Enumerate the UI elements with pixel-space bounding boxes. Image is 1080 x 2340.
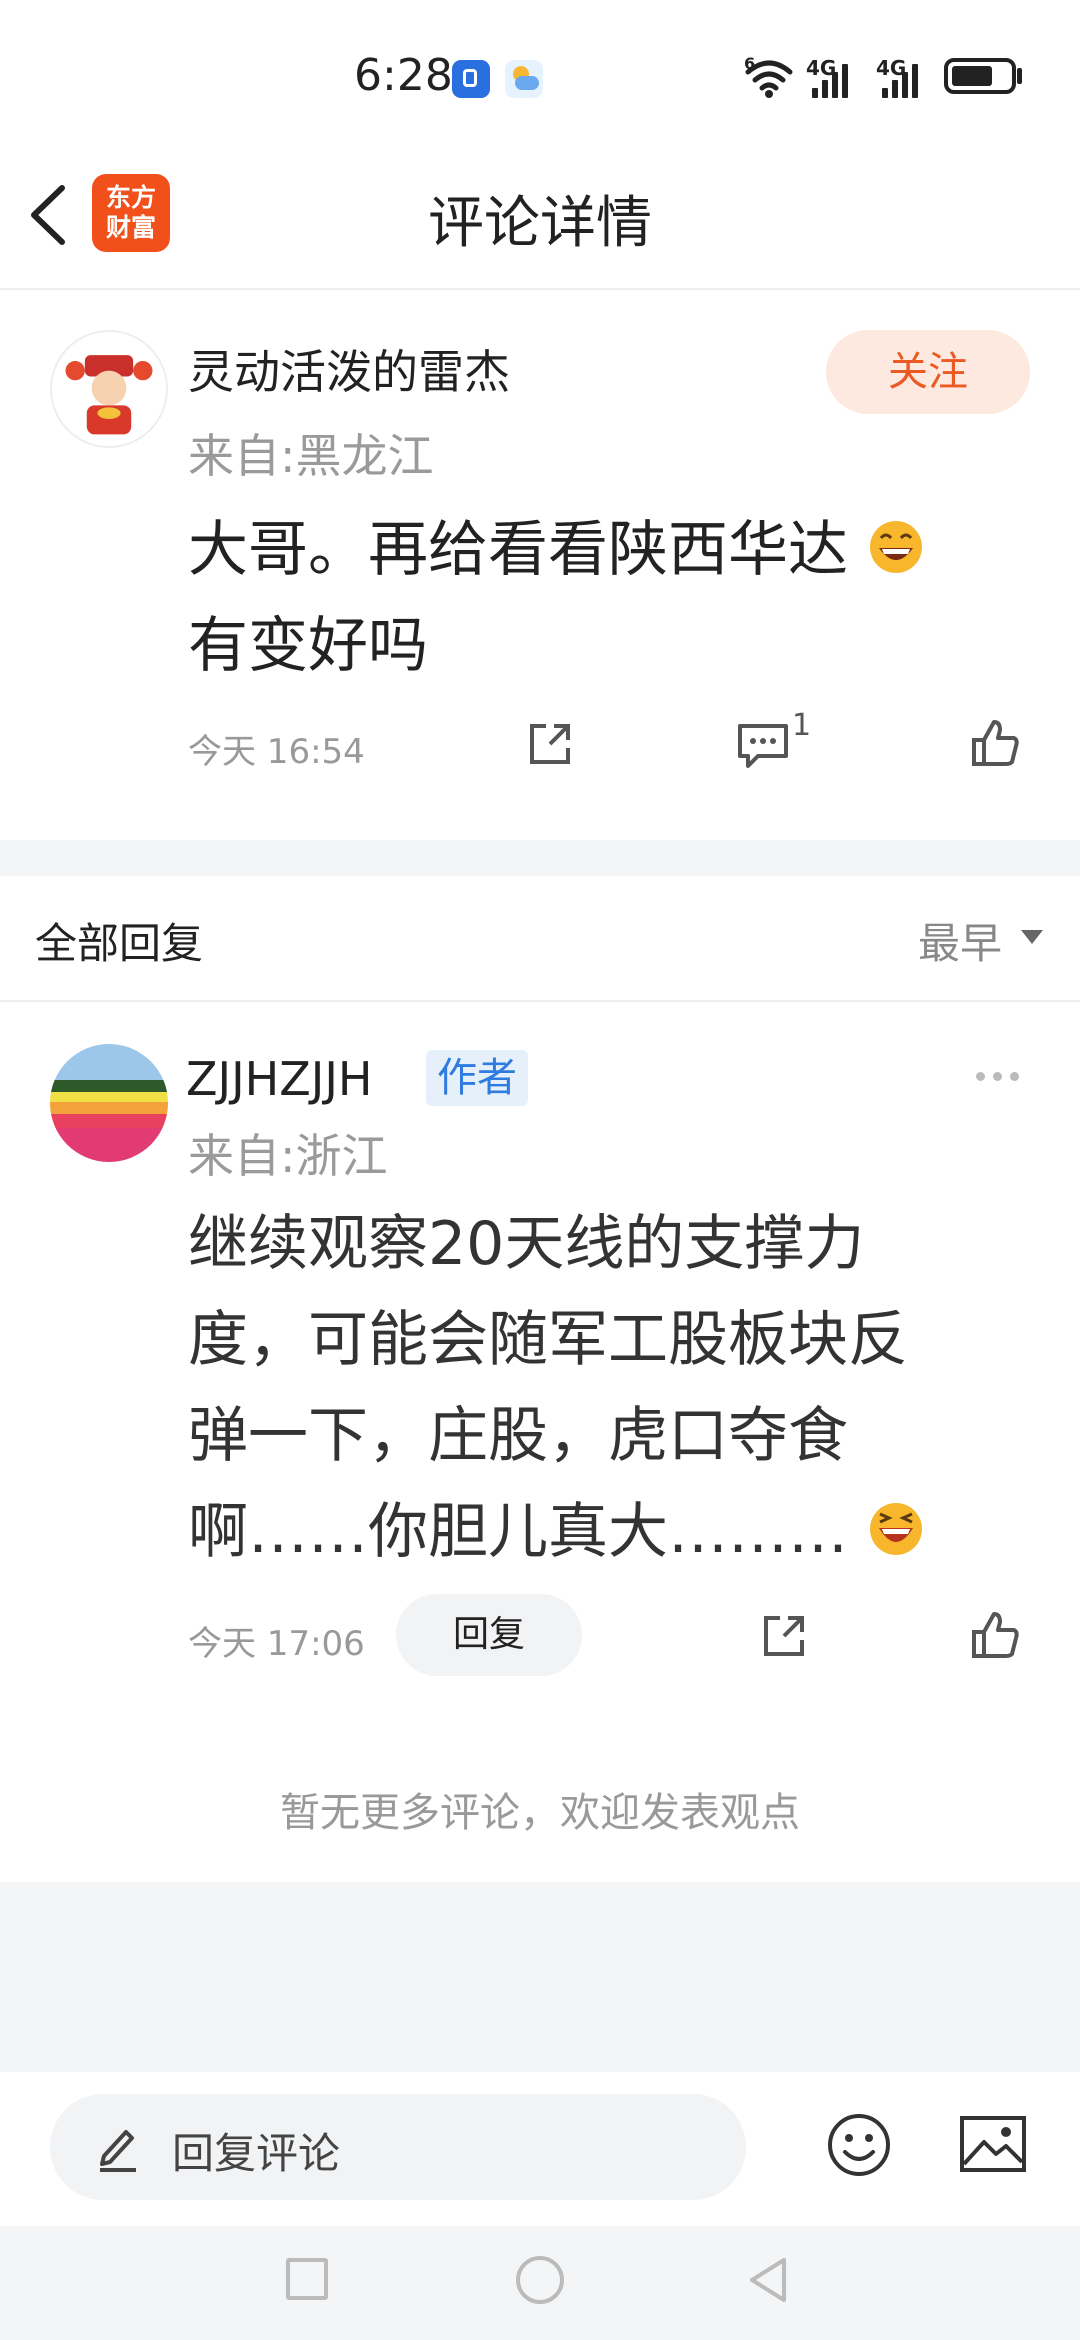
- reply-input-placeholder[interactable]: 回复评论: [172, 2120, 340, 2181]
- reply-username[interactable]: ZJJHZJJH: [186, 1052, 372, 1106]
- reply-text-line4: 啊……你胆儿真大………: [188, 1497, 848, 1567]
- page-title: 评论详情: [428, 191, 652, 256]
- sort-label[interactable]: 最早: [918, 910, 1002, 971]
- no-more-comments: 暂无更多评论，欢迎发表观点: [280, 1790, 800, 1836]
- signal-bars-1: [812, 62, 848, 98]
- sort-dropdown-icon[interactable]: [1021, 930, 1043, 944]
- more-icon[interactable]: [976, 1072, 1019, 1081]
- reply-location: 来自:浙江: [188, 1129, 388, 1183]
- notification-app-icon: [452, 60, 490, 98]
- reply-input[interactable]: [50, 2094, 746, 2200]
- nav-square-icon[interactable]: [286, 2258, 328, 2300]
- comment-text-line2: 有变好吗: [188, 611, 428, 681]
- weather-icon: [505, 60, 543, 98]
- comment-location: 来自:黑龙江: [188, 429, 434, 483]
- reply-share-icon[interactable]: [758, 1610, 810, 1662]
- comment-text-line1: 大哥。再给看看陕西华达: [188, 515, 848, 585]
- reply-like-icon[interactable]: [968, 1608, 1022, 1662]
- grin-emoji-icon: [870, 521, 923, 573]
- all-replies-title: 全部回复: [35, 919, 204, 968]
- status-time: 6:28: [354, 50, 453, 101]
- nav-circle-icon[interactable]: [516, 2256, 564, 2304]
- avatar[interactable]: [50, 330, 168, 448]
- comment-icon[interactable]: [736, 720, 790, 770]
- battery-icon: [944, 58, 1016, 94]
- empty-area: [0, 1882, 1080, 2072]
- comment-time: 今天 16:54: [188, 732, 365, 772]
- signal-bars-2: [882, 62, 918, 98]
- follow-button[interactable]: 关注: [826, 330, 1030, 414]
- nav-back-icon[interactable]: [744, 2254, 792, 2306]
- section-separator: [0, 840, 1080, 876]
- reply-text: 继续观察20天线的支撑力 度，可能会随军工股板块反 弹一下，庄股，虎口夺食 啊……: [188, 1196, 1018, 1580]
- reply-time: 今天 17:06: [188, 1624, 365, 1664]
- header-divider: [0, 288, 1080, 290]
- replies-divider: [0, 1000, 1080, 1002]
- author-badge: 作者: [426, 1050, 528, 1106]
- comment-username[interactable]: 灵动活泼的雷杰: [188, 336, 510, 402]
- battery-cap: [1017, 68, 1022, 84]
- comment-text: 大哥。再给看看陕西华达 有变好吗: [188, 502, 988, 694]
- reply-text-line1: 继续观察20天线的支撑力: [188, 1209, 865, 1279]
- reply-text-line2: 度，可能会随军工股板块反: [188, 1305, 908, 1375]
- edit-icon: [100, 2130, 136, 2172]
- like-icon[interactable]: [968, 716, 1022, 770]
- share-icon[interactable]: [524, 718, 576, 770]
- reply-text-line3: 弹一下，庄股，虎口夺食: [188, 1401, 848, 1471]
- wifi-6-label: 6: [744, 54, 756, 73]
- image-icon[interactable]: [958, 2114, 1028, 2174]
- laugh-emoji-icon: [870, 1503, 923, 1555]
- reply-button[interactable]: 回复: [396, 1594, 582, 1676]
- reply-count: 1: [792, 708, 812, 743]
- reply-avatar[interactable]: [50, 1044, 168, 1162]
- emoji-icon[interactable]: [826, 2112, 892, 2178]
